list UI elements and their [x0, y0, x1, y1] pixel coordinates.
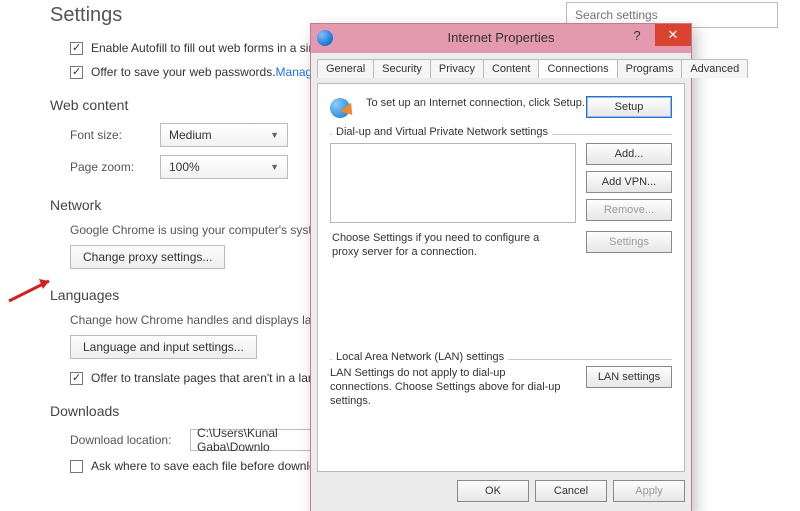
- offer-translate-checkbox[interactable]: [70, 372, 83, 385]
- tab-general[interactable]: General: [317, 59, 374, 78]
- font-size-label: Font size:: [70, 128, 160, 142]
- lan-settings-button[interactable]: LAN settings: [586, 366, 672, 388]
- remove-button: Remove...: [586, 199, 672, 221]
- dialup-settings-button: Settings: [586, 231, 672, 253]
- add-button[interactable]: Add...: [586, 143, 672, 165]
- dialup-listbox[interactable]: [330, 143, 576, 223]
- ask-save-checkbox[interactable]: [70, 460, 83, 473]
- download-location-label: Download location:: [70, 433, 190, 447]
- offer-translate-label: Offer to translate pages that aren't in …: [91, 371, 328, 385]
- dialup-note: Choose Settings if you need to configure…: [332, 231, 552, 259]
- setup-text: To set up an Internet connection, click …: [366, 96, 586, 110]
- apply-button: Apply: [613, 480, 685, 502]
- tab-privacy[interactable]: Privacy: [430, 59, 484, 78]
- add-vpn-button[interactable]: Add VPN...: [586, 171, 672, 193]
- tabstrip: General Security Privacy Content Connect…: [311, 53, 691, 78]
- page-zoom-select[interactable]: 100% ▼: [160, 155, 288, 179]
- chevron-down-icon: ▼: [270, 162, 279, 172]
- tab-advanced[interactable]: Advanced: [681, 59, 748, 78]
- autofill-label: Enable Autofill to fill out web forms in…: [91, 41, 324, 55]
- globe-icon: [330, 96, 358, 120]
- tab-programs[interactable]: Programs: [617, 59, 683, 78]
- internet-options-icon: [317, 30, 333, 46]
- annotation-arrow-icon: [5, 275, 55, 305]
- font-size-value: Medium: [169, 128, 212, 142]
- lan-text: LAN Settings do not apply to dial-up con…: [330, 366, 570, 408]
- dialup-legend: Dial-up and Virtual Private Network sett…: [332, 126, 552, 138]
- ask-save-label: Ask where to save each file before downl…: [91, 459, 332, 473]
- save-passwords-label: Offer to save your web passwords.: [91, 65, 276, 79]
- setup-button[interactable]: Setup: [586, 96, 672, 118]
- dialog-footer: OK Cancel Apply: [317, 476, 685, 506]
- dialog-titlebar[interactable]: Internet Properties ? ✕: [311, 24, 691, 52]
- chevron-down-icon: ▼: [270, 130, 279, 140]
- lan-legend: Local Area Network (LAN) settings: [332, 351, 508, 363]
- ok-button[interactable]: OK: [457, 480, 529, 502]
- tab-connections[interactable]: Connections: [538, 59, 617, 78]
- change-proxy-button[interactable]: Change proxy settings...: [70, 245, 225, 269]
- tab-body-connections: To set up an Internet connection, click …: [317, 83, 685, 472]
- tab-content[interactable]: Content: [483, 59, 540, 78]
- font-size-select[interactable]: Medium ▼: [160, 123, 288, 147]
- page-zoom-value: 100%: [169, 160, 200, 174]
- cancel-button[interactable]: Cancel: [535, 480, 607, 502]
- page-zoom-label: Page zoom:: [70, 160, 160, 174]
- internet-properties-dialog: Internet Properties ? ✕ General Security…: [310, 23, 692, 511]
- autofill-checkbox[interactable]: [70, 42, 83, 55]
- language-settings-button[interactable]: Language and input settings...: [70, 335, 257, 359]
- save-passwords-checkbox[interactable]: [70, 66, 83, 79]
- help-button[interactable]: ?: [619, 24, 655, 46]
- close-button[interactable]: ✕: [655, 24, 691, 46]
- tab-security[interactable]: Security: [373, 59, 431, 78]
